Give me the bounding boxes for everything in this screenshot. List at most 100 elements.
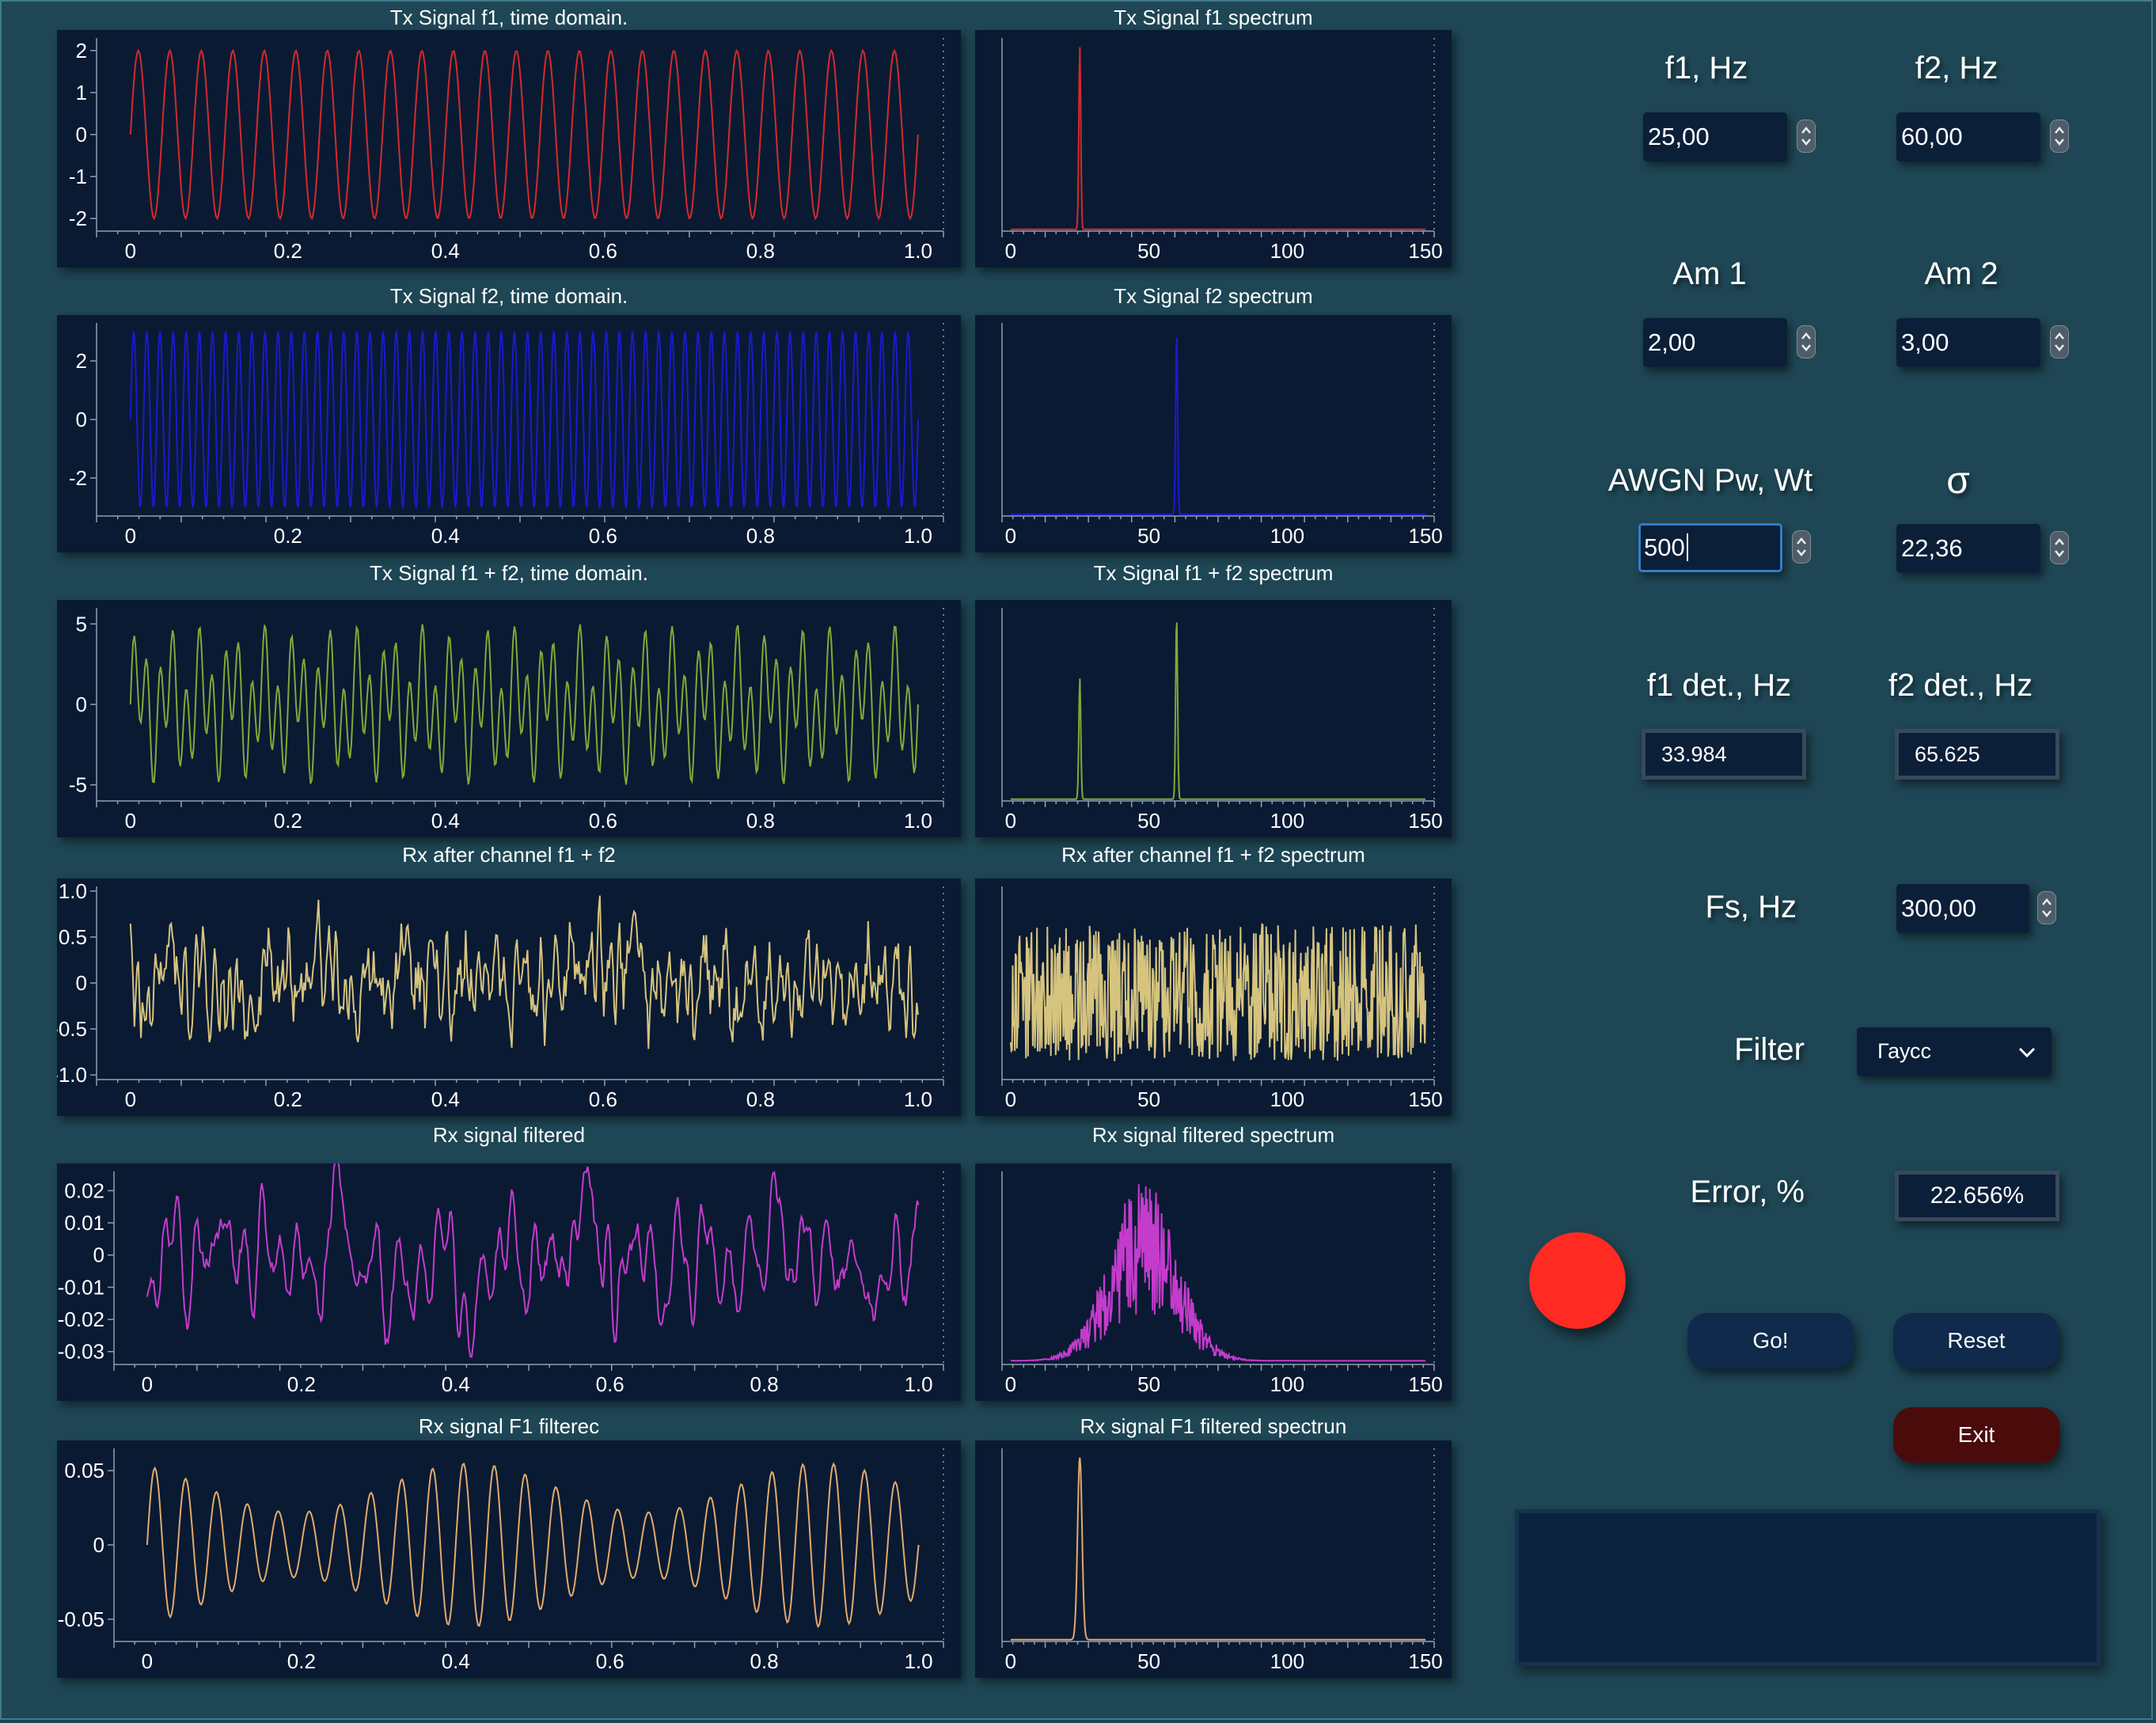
reset-button[interactable]: Reset	[1893, 1313, 2059, 1368]
x-tick-label: 0.4	[442, 1649, 470, 1673]
y-tick-label: 0	[76, 408, 87, 431]
series-line	[129, 328, 919, 510]
x-tick-label: 1.0	[904, 1372, 932, 1396]
x-tick-label: 100	[1270, 1649, 1304, 1673]
x-tick-label: 150	[1408, 809, 1442, 833]
series-line	[129, 48, 919, 221]
status-indicator-light	[1529, 1232, 1626, 1329]
go-button[interactable]: Go!	[1687, 1313, 1854, 1368]
y-tick-label: 1.0	[59, 879, 87, 903]
awgn-spinbox[interactable]: 500	[1638, 523, 1811, 572]
plot-f2-spectrum: 0 50 100 150	[975, 315, 1452, 552]
awgn-input[interactable]: 500	[1638, 523, 1782, 572]
x-tick-label: 1.0	[904, 809, 932, 833]
x-tick-label: 0	[125, 239, 136, 263]
sigma-label: σ	[1946, 460, 1970, 502]
x-tick-label: 0.4	[431, 809, 460, 833]
spin-arrows-icon[interactable]	[1797, 325, 1816, 359]
f2-input[interactable]: 60,00	[1896, 112, 2040, 161]
x-tick-label: 0.8	[750, 1372, 779, 1396]
y-tick-label: 0	[93, 1533, 104, 1557]
am1-label: Am 1	[1672, 256, 1747, 291]
x-tick-label: 0.6	[589, 239, 617, 263]
plot-filtered-time: 0 0.2 0.4 0.6 0.8 1.0 0.02 0.01 0 -0.01 -0.02 -0.03	[57, 1163, 961, 1401]
axes	[1001, 1448, 1435, 1648]
f1-input[interactable]: 25,00	[1643, 112, 1787, 161]
y-tick-label: -0.5	[57, 1017, 87, 1041]
x-tick-label: 0.2	[287, 1649, 316, 1673]
plot-canvas: 0 0.2 0.4 0.6 0.8 1.0 2 1 0 -1 -2	[69, 38, 944, 263]
spin-arrows-icon[interactable]	[1797, 120, 1816, 153]
spin-arrows-icon[interactable]	[2050, 531, 2069, 564]
plot-title: Rx signal filtered spectrum	[1091, 1123, 1335, 1147]
plot-sum-time: 0 0.2 0.4 0.6 0.8 1.0 5 0 -5	[57, 600, 961, 837]
y-tick-label: 5	[76, 612, 87, 636]
f2-spinbox[interactable]: 60,00	[1896, 112, 2069, 161]
plot-title: Rx after channel f1 + f2 spectrum	[1061, 843, 1365, 867]
filter-select[interactable]: Гаусс	[1857, 1027, 2052, 1076]
sigma-spinbox[interactable]: 22,36	[1896, 524, 2069, 573]
f2det-label: f2 det., Hz	[1888, 668, 2033, 703]
x-tick-label: 150	[1408, 1649, 1442, 1673]
x-tick-label: 150	[1408, 524, 1442, 548]
x-tick-label: 150	[1408, 1087, 1442, 1111]
plot-canvas: 0 0.2 0.4 0.6 0.8 1.0 0.05 0 -0.05	[58, 1448, 944, 1673]
spin-arrows-icon[interactable]	[2050, 325, 2069, 359]
f1-spinbox[interactable]: 25,00	[1643, 112, 1816, 161]
y-tick-label: -2	[69, 207, 87, 230]
axes	[1001, 1171, 1435, 1371]
spin-arrows-icon[interactable]	[2037, 891, 2056, 924]
y-tick-label: -0.01	[58, 1275, 104, 1299]
x-tick-label: 50	[1137, 1372, 1160, 1396]
fs-spinbox[interactable]: 300,00	[1896, 884, 2069, 933]
x-tick-label: 0	[1005, 1372, 1016, 1396]
x-tick-label: 0	[125, 1087, 136, 1111]
x-tick-label: 0.6	[596, 1649, 624, 1673]
filter-selected-value: Гаусс	[1877, 1039, 1932, 1063]
x-tick-label: 0.6	[589, 524, 617, 548]
y-tick-label: 2	[76, 39, 87, 63]
plot-f1-filtered-spectrum: 0 50 100 150	[975, 1440, 1452, 1678]
x-tick-label: 0.4	[431, 1087, 460, 1111]
y-tick-label: 0.05	[64, 1459, 104, 1482]
am2-label: Am 2	[1924, 256, 1998, 291]
y-tick-label: 2	[76, 349, 87, 373]
y-tick-label: -0.05	[58, 1607, 104, 1631]
error-readout: 22.656%	[1895, 1171, 2059, 1221]
fs-input[interactable]: 300,00	[1896, 884, 2029, 933]
fs-label: Fs, Hz	[1705, 890, 1797, 924]
x-tick-label: 100	[1270, 1087, 1304, 1111]
plot-rx-spectrum: 0 50 100 150	[975, 879, 1452, 1116]
plot-f1-time: 0 0.2 0.4 0.6 0.8 1.0 2 1 0 -1 -2	[57, 30, 961, 268]
plot-canvas: 0 50 100 150	[1001, 886, 1443, 1111]
y-tick-label: -1	[69, 165, 87, 188]
sigma-input[interactable]: 22,36	[1896, 524, 2040, 573]
chevron-down-icon	[2018, 1047, 2036, 1058]
exit-button[interactable]: Exit	[1893, 1407, 2059, 1463]
x-tick-label: 0	[1005, 1649, 1016, 1673]
spin-arrows-icon[interactable]	[2050, 120, 2069, 153]
y-tick-label: -5	[69, 773, 87, 797]
am2-spinbox[interactable]: 3,00	[1896, 318, 2069, 367]
x-tick-label: 0.4	[431, 239, 460, 263]
x-tick-label: 0.8	[746, 809, 775, 833]
x-tick-label: 0.2	[274, 524, 302, 548]
plot-canvas: 0 0.2 0.4 0.6 0.8 1.0 1.0 0.5 0 -0.5 -1.0	[57, 879, 944, 1111]
x-tick-label: 100	[1270, 524, 1304, 548]
am1-spinbox[interactable]: 2,00	[1643, 318, 1816, 367]
x-tick-label: 0	[1005, 239, 1016, 263]
series-line	[146, 1163, 920, 1358]
am2-input[interactable]: 3,00	[1896, 318, 2040, 367]
plot-f1-spectrum: 0 50 100 150	[975, 30, 1452, 268]
x-tick-label: 100	[1270, 239, 1304, 263]
plot-canvas: 0 0.2 0.4 0.6 0.8 1.0 0.02 0.01 0 -0.01 -0.02 -0.03	[58, 1163, 944, 1396]
am1-input[interactable]: 2,00	[1643, 318, 1787, 367]
x-tick-label: 0.6	[589, 809, 617, 833]
plot-title: Tx Signal f1 + f2 spectrum	[1093, 561, 1334, 585]
x-tick-label: 1.0	[904, 1649, 932, 1673]
x-tick-label: 0.8	[746, 524, 775, 548]
x-tick-label: 0.8	[750, 1649, 779, 1673]
f2-label: f2, Hz	[1915, 51, 1998, 85]
f1det-label: f1 det., Hz	[1646, 668, 1792, 703]
spin-arrows-icon[interactable]	[1792, 530, 1811, 564]
